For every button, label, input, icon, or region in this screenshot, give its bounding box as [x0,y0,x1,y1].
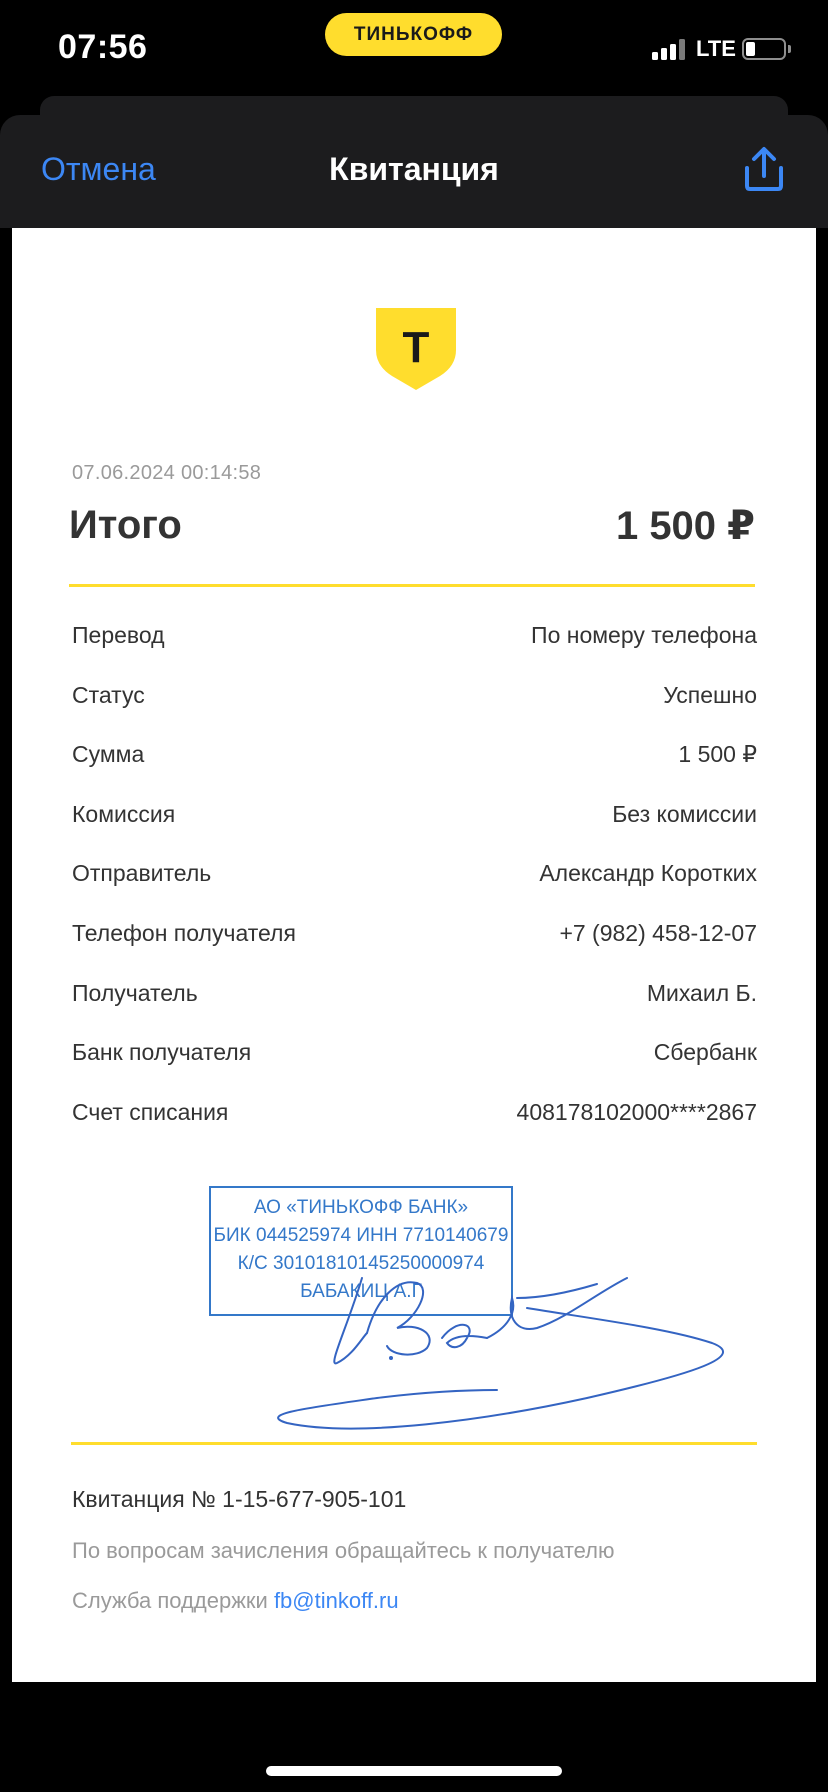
network-type: LTE [696,36,736,61]
detail-value: Александр Коротких [539,860,757,887]
receipt: Т 07.06.2024 00:14:58 Итого 1 500 ₽ Пере… [12,228,816,1682]
battery-tip [788,45,791,53]
detail-row-recipient-phone: Телефон получателя +7 (982) 458-12-07 [72,908,757,968]
detail-row-recipient-bank: Банк получателя Сбербанк [72,1027,757,1087]
total-label: Итого [69,503,182,547]
status-time: 07:56 [58,28,148,66]
status-bar: 07:56 ТИНЬКОФФ LTE [0,0,828,100]
tinkoff-logo-icon: Т [376,308,456,390]
receipt-datetime: 07.06.2024 00:14:58 [72,462,262,484]
detail-row-amount: Сумма 1 500 ₽ [72,729,757,789]
detail-value: 408178102000****2867 [516,1098,757,1125]
battery-icon [742,38,786,60]
divider-bottom [71,1442,757,1445]
receipt-number: Квитанция № 1-15-677-905-101 [72,1486,407,1512]
detail-row-status: Статус Успешно [72,670,757,730]
detail-value: Сбербанк [653,1039,757,1066]
svg-text:Т: Т [403,323,430,372]
detail-row-sender: Отправитель Александр Коротких [72,848,757,908]
home-indicator[interactable] [266,1766,562,1776]
recipient-note: По вопросам зачисления обращайтесь к пол… [72,1538,615,1563]
detail-row-recipient: Получатель Михаил Б. [72,968,757,1028]
share-icon [745,147,783,191]
detail-row-debit-account: Счет списания 408178102000****2867 [72,1087,757,1147]
detail-row-transfer: Перевод По номеру телефона [72,610,757,670]
detail-key: Получатель [72,979,198,1006]
detail-value: +7 (982) 458-12-07 [559,919,757,946]
detail-value: По номеру телефона [531,622,757,648]
detail-key: Отправитель [72,860,212,887]
detail-value: Успешно [663,681,757,708]
share-button[interactable] [740,146,788,192]
detail-key: Счет списания [72,1098,229,1125]
support-line: Служба поддержки fb@tinkoff.ru [72,1588,399,1614]
cancel-button[interactable]: Отмена [41,151,156,188]
detail-value: 1 500 ₽ [678,741,757,768]
divider-top [69,584,755,587]
details-list: Перевод По номеру телефона Статус Успешн… [72,610,757,1146]
signature-icon [277,1277,725,1430]
stamp-line: АО «ТИНЬКОФФ БАНК» [253,1197,469,1218]
total-value: 1 500 ₽ [615,504,755,548]
detail-key: Телефон получателя [72,919,296,946]
support-label: Служба поддержки [72,1588,274,1613]
carrier-pill[interactable]: ТИНЬКОФФ [325,13,502,56]
detail-row-fee: Комиссия Без комиссии [72,789,757,849]
detail-key: Статус [72,681,145,708]
nav-bar: Отмена Квитанция [0,115,828,228]
detail-key: Комиссия [72,800,176,827]
support-email-link[interactable]: fb@tinkoff.ru [274,1588,399,1613]
detail-key: Сумма [72,741,145,768]
signal-icon [652,38,688,60]
detail-key: Перевод [72,622,165,648]
detail-value: Без комиссии [612,800,757,827]
detail-key: Банк получателя [72,1039,252,1066]
detail-value: Михаил Б. [646,979,757,1006]
